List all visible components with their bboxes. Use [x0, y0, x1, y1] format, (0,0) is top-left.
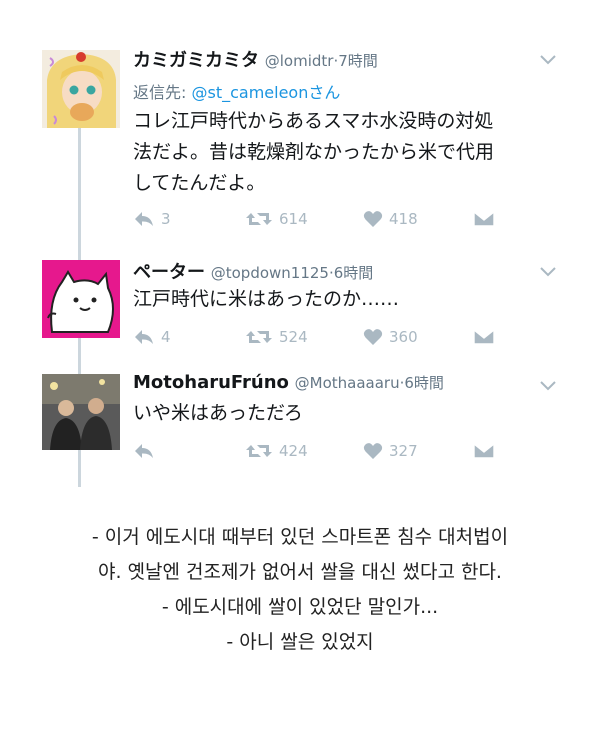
message-icon	[473, 329, 495, 345]
display-name[interactable]: ペーター	[133, 262, 205, 283]
like-icon	[363, 211, 383, 227]
reply-suffix: さん	[308, 83, 341, 102]
retweet-count: 424	[279, 442, 308, 460]
chevron-down-icon[interactable]	[540, 376, 556, 395]
user-handle[interactable]: @lomidtr	[265, 52, 334, 70]
like-icon	[363, 443, 383, 459]
retweet-button[interactable]: 424	[245, 442, 308, 460]
avatar[interactable]	[42, 374, 120, 450]
reply-icon	[135, 444, 153, 458]
message-icon	[473, 443, 495, 459]
reply-to: 返信先: @st_cameleonさん	[133, 79, 340, 103]
message-button[interactable]	[473, 210, 495, 228]
tweet-header: MotoharuFrúno @Mothaaaaru·6時間	[133, 372, 444, 393]
reply-button[interactable]: 3	[133, 210, 171, 228]
tweet-text-line: 江戸時代に米はあったのか……	[133, 288, 400, 310]
like-button[interactable]: 418	[363, 210, 418, 228]
reply-mention[interactable]: @st_cameleon	[192, 83, 309, 102]
translation-caption: - 이거 에도시대 때부터 있던 스마트폰 침수 대처법이 야. 옛날엔 건조제…	[0, 520, 600, 660]
like-count: 360	[389, 328, 418, 346]
retweet-button[interactable]: 524	[245, 328, 308, 346]
timestamp[interactable]: 6時間	[404, 374, 444, 392]
retweet-count: 524	[279, 328, 308, 346]
message-button[interactable]	[473, 328, 495, 346]
retweet-icon	[246, 213, 272, 225]
retweet-count: 614	[279, 210, 308, 228]
caption-line: - 이거 에도시대 때부터 있던 스마트폰 침수 대처법이	[91, 526, 509, 548]
reply-count: 4	[161, 328, 171, 346]
reply-icon	[135, 212, 153, 226]
message-button[interactable]	[473, 442, 495, 460]
retweet-icon	[246, 331, 272, 343]
display-name[interactable]: MotoharuFrúno	[133, 372, 289, 393]
caption-line: - 아니 쌀은 있었지	[226, 631, 374, 653]
tweet-text: コレ江戸時代からあるスマホ水没時の対処 法だよ。昔は乾燥剤なかったから米で代用 …	[133, 106, 573, 199]
tweet-text-line: コレ江戸時代からあるスマホ水没時の対処	[133, 110, 494, 132]
retweet-button[interactable]: 614	[245, 210, 308, 228]
tweet-header: カミガミカミタ @lomidtr·7時間	[133, 46, 378, 72]
avatar[interactable]	[42, 50, 120, 128]
avatar[interactable]	[42, 260, 120, 338]
message-icon	[473, 211, 495, 227]
like-icon	[363, 329, 383, 345]
tweet-text-line: いや米はあっただろ	[133, 402, 303, 424]
timestamp[interactable]: 7時間	[338, 52, 378, 70]
like-count: 418	[389, 210, 418, 228]
retweet-icon	[246, 445, 272, 457]
user-handle[interactable]: @Mothaaaaru	[295, 374, 400, 392]
caption-line: - 에도시대에 쌀이 있었단 말인가...	[161, 596, 439, 618]
reply-button[interactable]: 4	[133, 328, 171, 346]
caption-line: 야. 옛날엔 건조제가 없어서 쌀을 대신 썼다고 한다.	[98, 561, 502, 583]
reply-button[interactable]	[133, 442, 161, 460]
tweet-actions: 424 327	[133, 442, 513, 466]
tweet-text: いや米はあっただろ	[133, 398, 573, 429]
tweet-actions: 4 524 360	[133, 328, 513, 352]
user-handle[interactable]: @topdown1125	[211, 264, 329, 282]
tweet-actions: 3 614 418	[133, 210, 513, 234]
tweet-text-line: してたんだよ。	[133, 172, 266, 194]
like-count: 327	[389, 442, 418, 460]
reply-to-label: 返信先:	[133, 83, 187, 102]
display-name[interactable]: カミガミカミタ	[133, 50, 259, 71]
reply-count: 3	[161, 210, 171, 228]
tweet-text: 江戸時代に米はあったのか……	[133, 284, 573, 315]
tweet-thread: カミガミカミタ @lomidtr·7時間 返信先: @st_cameleonさん…	[0, 0, 600, 495]
tweet-text-line: 法だよ。昔は乾燥剤なかったから米で代用	[133, 141, 495, 163]
like-button[interactable]: 360	[363, 328, 418, 346]
like-button[interactable]: 327	[363, 442, 418, 460]
tweet-header: ペーター @topdown1125·6時間	[133, 258, 373, 284]
reply-icon	[135, 330, 153, 344]
chevron-down-icon[interactable]	[540, 50, 556, 69]
chevron-down-icon[interactable]	[540, 262, 556, 281]
timestamp[interactable]: 6時間	[334, 264, 374, 282]
